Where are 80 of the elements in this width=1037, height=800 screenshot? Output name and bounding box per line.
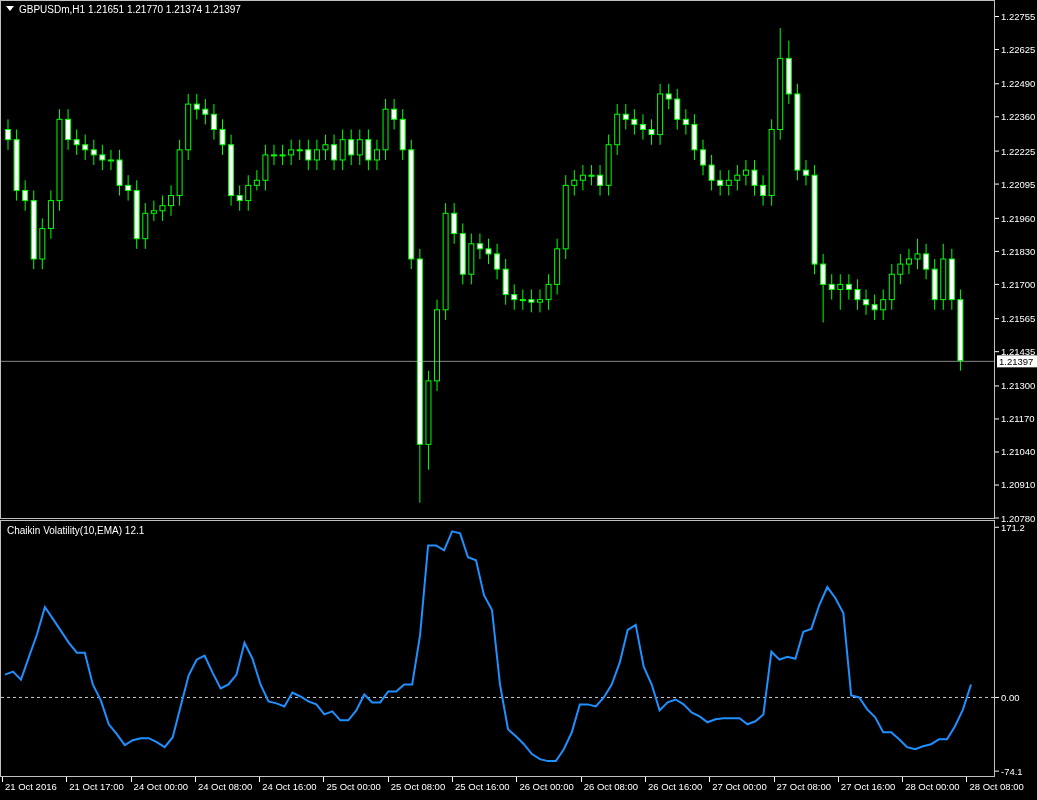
y-tick-label: 1.21700 [1001, 278, 1036, 290]
price-tick-label: 1.21830 [994, 245, 1036, 257]
symbol-label: GBPUSDm,H1 [19, 4, 86, 15]
y-tick-label: 1.22625 [1001, 44, 1036, 56]
y-tick-label: 1.21960 [1001, 212, 1036, 224]
price-tick-label: 1.22095 [994, 178, 1036, 190]
dropdown-triangle-icon[interactable] [6, 6, 14, 11]
time-tick-label: 25 Oct 00:00 [326, 781, 381, 792]
time-tick-label: 21 Oct 17:00 [69, 781, 124, 792]
time-tick-label: 25 Oct 16:00 [455, 781, 510, 792]
candlestick [751, 159, 758, 196]
y-tick-label: 1.21170 [1001, 413, 1035, 425]
candlestick [545, 273, 552, 311]
y-tick-label: 1.21830 [1001, 245, 1036, 257]
candlestick [700, 139, 706, 176]
y-tick-label: 1.22225 [1001, 145, 1036, 157]
time-tick-label: 24 Oct 16:00 [262, 781, 317, 792]
time-tick-label: 26 Oct 16:00 [647, 781, 703, 792]
candlestick [708, 154, 715, 191]
candlestick [159, 195, 166, 222]
time-tick-label: 26 Oct 00:00 [519, 781, 574, 792]
y-tick-label: 1.21300 [1001, 380, 1036, 392]
candlestick [588, 164, 595, 186]
price-tick-label: 1.21700 [994, 278, 1036, 290]
price-tick-label: 1.22490 [994, 78, 1036, 90]
price-tick-label: 1.20910 [994, 479, 1036, 491]
candlestick [648, 118, 655, 146]
price-tick-label: 1.21565 [994, 313, 1036, 325]
price-tick-label: 1.22360 [994, 111, 1036, 123]
candlestick [116, 149, 123, 196]
indicator-tick-label: 171.2 [994, 521, 1025, 533]
y-tick-label: 1.21565 [1001, 313, 1036, 325]
candlestick [5, 118, 11, 151]
candlestick [271, 144, 277, 166]
candlestick [279, 144, 286, 166]
y-tick-label: 1.21435 [1001, 346, 1036, 358]
price-tick-label: 1.21960 [994, 212, 1036, 224]
time-tick-label: 25 Oct 08:00 [390, 781, 446, 792]
candlestick [382, 98, 389, 161]
time-tick-label: 21 Oct 2016 [5, 781, 57, 792]
candlestick [854, 278, 861, 311]
y-tick-label: 1.22095 [1001, 178, 1036, 190]
y-tick-label: 1.21040 [1001, 446, 1036, 458]
price-tick-label: 1.21040 [994, 446, 1036, 458]
indicator-title: Chaikin Volatility(10,EMA) 12.1 [7, 525, 145, 536]
y-tick-label: -74.1 [1001, 765, 1023, 777]
candlestick [485, 238, 492, 265]
candlestick [262, 144, 269, 191]
time-tick-label: 28 Oct 08:00 [969, 781, 1024, 792]
time-tick-label: 28 Oct 00:00 [905, 781, 960, 792]
candlestick [691, 113, 698, 161]
time-tick-label: 27 Oct 16:00 [840, 781, 896, 792]
price-tick-label: 1.22755 [994, 11, 1036, 22]
y-tick-label: 1.22755 [1001, 11, 1036, 22]
price-tick-label: 1.21300 [994, 380, 1036, 392]
time-tick-label: 26 Oct 08:00 [583, 781, 639, 792]
candlestick [537, 288, 543, 313]
price-tick-label: 1.20780 [994, 512, 1036, 524]
candlestick [322, 134, 329, 161]
time-tick-label: 27 Oct 00:00 [712, 781, 767, 792]
price-tick-label: 1.21435 [994, 346, 1036, 358]
candlestick [219, 118, 226, 156]
time-tick-label: 24 Oct 00:00 [133, 781, 188, 792]
y-tick-label: 1.22490 [1001, 78, 1036, 90]
indicator-tick-label: -74.1 [994, 765, 1023, 777]
price-tick-label: 1.22225 [994, 145, 1036, 157]
candlestick [914, 238, 921, 270]
time-tick-label: 24 Oct 08:00 [197, 781, 253, 792]
y-tick-label: 0.00 [1001, 691, 1020, 703]
time-tick-label: 27 Oct 08:00 [776, 781, 831, 792]
y-tick-label: 1.20910 [1001, 479, 1036, 491]
y-tick-label: 171.2 [1001, 521, 1025, 533]
ohlc-quote: 1.21651 1.21770 1.21374 1.21397 [88, 4, 241, 15]
y-tick-label: 1.22360 [1001, 111, 1036, 123]
y-tick-label: 1.20780 [1001, 512, 1036, 524]
price-tick-label: 1.21170 [994, 413, 1035, 425]
candlestick [528, 288, 535, 313]
price-tick-label: 1.22625 [994, 44, 1036, 55]
indicator-tick-label: 0.00 [994, 691, 1020, 703]
current-price-badge: 1.21397 [997, 355, 1037, 368]
